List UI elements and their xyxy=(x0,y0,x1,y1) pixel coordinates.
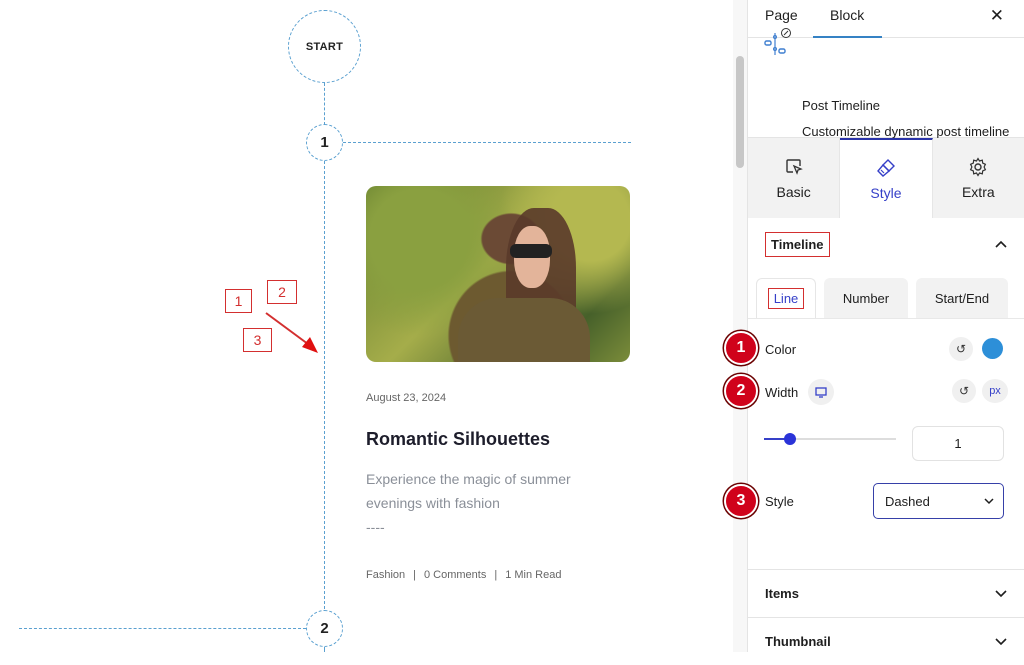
tab-style-label: Style xyxy=(870,184,902,201)
item-connector-line xyxy=(343,142,631,143)
item-connector-line xyxy=(19,628,306,629)
annotation-badge-2: 2 xyxy=(724,374,758,408)
thumbnail-detail xyxy=(510,244,552,258)
timeline-section-header[interactable]: Timeline xyxy=(748,229,1024,259)
tab-block[interactable]: Block xyxy=(813,7,883,38)
post-timeline-icon xyxy=(764,28,791,55)
post-excerpt: Experience the magic of summer evenings … xyxy=(366,467,626,539)
tab-page[interactable]: Page xyxy=(765,7,798,23)
line-style-value: Dashed xyxy=(885,493,930,509)
annotation-arrow-icon xyxy=(265,312,318,353)
color-swatch[interactable] xyxy=(982,338,1003,359)
timeline-line-segment xyxy=(324,83,325,125)
width-label: Width xyxy=(765,385,799,400)
editor-canvas: START 1 2 August 23, 2024 Romantic Silho… xyxy=(0,0,733,652)
close-icon[interactable]: ✕ xyxy=(990,6,1004,26)
post-meta: Fashion | 0 Comments | 1 Min Read xyxy=(366,569,561,581)
section-thumbnail-title: Thumbnail xyxy=(765,634,831,649)
meta-separator: | xyxy=(494,569,498,581)
timeline-sub-tabs: Line Number Start/End xyxy=(756,278,1016,318)
annotation-badge-1: 1 xyxy=(724,331,758,365)
style-tabs: Basic Style Extra xyxy=(748,138,1024,218)
chevron-up-icon[interactable] xyxy=(995,240,1007,248)
post-excerpt-text: Experience the magic of summer evenings … xyxy=(366,471,571,511)
subtab-start-end[interactable]: Start/End xyxy=(916,278,1008,318)
section-items[interactable]: Items xyxy=(748,569,1024,617)
timeline-number-1[interactable]: 1 xyxy=(306,124,343,161)
unit-selector[interactable]: px xyxy=(982,379,1008,403)
meta-separator: | xyxy=(413,569,416,581)
chevron-down-icon xyxy=(995,589,1007,597)
subtab-line[interactable]: Line xyxy=(756,278,816,318)
paintbrush-icon xyxy=(877,158,895,177)
width-slider[interactable] xyxy=(764,433,896,445)
tab-extra[interactable]: Extra xyxy=(933,138,1024,218)
post-comments[interactable]: 0 Comments xyxy=(424,569,486,581)
tab-basic-label: Basic xyxy=(776,183,811,200)
post-excerpt-suffix: ---- xyxy=(366,519,385,535)
subtab-number[interactable]: Number xyxy=(824,278,908,318)
post-date: August 23, 2024 xyxy=(366,392,447,404)
post-read-time: 1 Min Read xyxy=(505,569,562,581)
timeline-start-marker[interactable]: START xyxy=(288,10,361,83)
reset-width-icon[interactable]: ↺ xyxy=(952,379,976,403)
post-category[interactable]: Fashion xyxy=(366,569,405,581)
block-name: Post Timeline xyxy=(802,98,881,113)
chevron-down-icon xyxy=(984,498,994,505)
timeline-section-title: Timeline xyxy=(765,231,830,257)
settings-sidebar: Page Block ✕ Post Timeline Customizable … xyxy=(748,0,1024,652)
post-thumbnail[interactable] xyxy=(366,186,630,362)
color-label: Color xyxy=(765,342,797,357)
timeline-line-segment xyxy=(324,647,325,652)
annotation-box-1: 1 xyxy=(225,289,252,313)
timeline-number-2[interactable]: 2 xyxy=(306,610,343,647)
tab-extra-label: Extra xyxy=(961,183,995,200)
section-items-title: Items xyxy=(765,586,799,601)
tab-basic[interactable]: Basic xyxy=(748,138,841,218)
style-label: Style xyxy=(765,494,794,509)
thumbnail-detail xyxy=(458,298,590,362)
timeline-line xyxy=(324,161,325,609)
gear-icon xyxy=(970,156,987,177)
block-card: Post Timeline Customizable dynamic post … xyxy=(748,28,1024,159)
canvas-scrollbar[interactable] xyxy=(733,0,748,652)
annotation-box-2: 2 xyxy=(267,280,297,304)
line-style-select[interactable]: Dashed xyxy=(873,483,1004,519)
section-thumbnail[interactable]: Thumbnail xyxy=(748,617,1024,665)
responsive-device-icon[interactable] xyxy=(808,379,834,405)
reset-color-icon[interactable]: ↺ xyxy=(949,337,973,361)
annotation-badge-3: 3 xyxy=(724,484,758,518)
post-title[interactable]: Romantic Silhouettes xyxy=(366,429,550,450)
subtab-line-label: Line xyxy=(767,288,805,309)
tab-style[interactable]: Style xyxy=(840,138,933,218)
desktop-icon xyxy=(815,386,827,398)
divider xyxy=(748,318,1024,319)
cursor-select-icon xyxy=(785,158,803,175)
scrollbar-thumb[interactable] xyxy=(736,56,744,168)
chevron-down-icon xyxy=(995,637,1007,645)
width-input[interactable]: 1 xyxy=(912,426,1004,461)
